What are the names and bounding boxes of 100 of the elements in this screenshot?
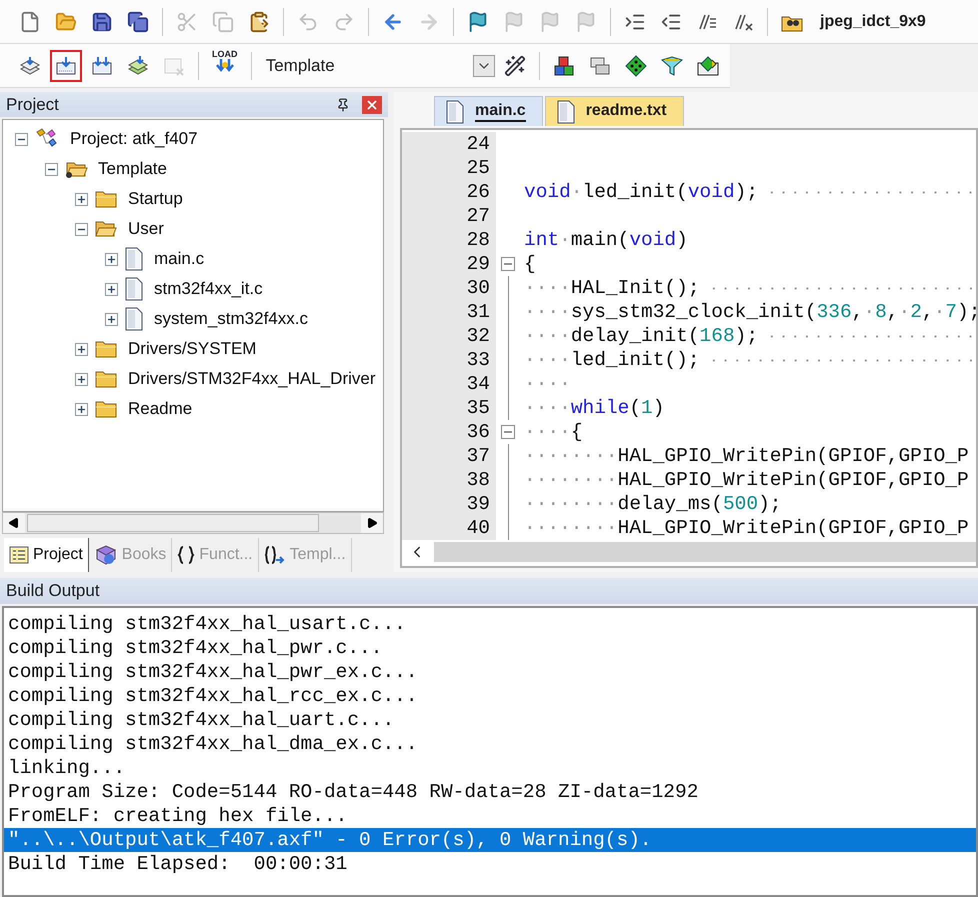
line-number: 40 xyxy=(402,516,496,540)
output-line: Build Time Elapsed: 00:00:31 xyxy=(7,852,348,876)
stack-icon xyxy=(126,54,149,76)
file-icon xyxy=(124,277,144,301)
code-line: ········HAL_GPIO_WritePin(GPIOF,GPIO_P xyxy=(524,469,969,491)
line-number: 25 xyxy=(402,156,496,180)
expand-toggle[interactable] xyxy=(75,372,88,386)
tree-item[interactable]: User xyxy=(128,219,164,239)
scroll-right-button[interactable] xyxy=(361,513,383,533)
flag-icon xyxy=(539,10,561,32)
flag-icon xyxy=(467,10,489,32)
line-number: 28 xyxy=(402,228,496,252)
dropdown-button[interactable] xyxy=(473,54,496,76)
triangle-left-icon xyxy=(8,517,20,529)
braces-arrow-icon xyxy=(264,545,286,565)
output-line: compiling stm32f4xx_hal_pwr.c... xyxy=(7,636,384,660)
windows-icon xyxy=(589,54,612,76)
find-text: jpeg_idct_9x9 xyxy=(820,12,926,30)
book-icon xyxy=(94,544,118,566)
stack-icon xyxy=(18,54,41,76)
output-line: compiling stm32f4xx_hal_pwr_ex.c... xyxy=(7,660,419,684)
tree-item[interactable]: system_stm32f4xx.c xyxy=(154,309,308,329)
panel-title: Build Output xyxy=(6,581,100,601)
code-line: ····while(1) xyxy=(524,397,664,419)
collapse-toggle[interactable] xyxy=(45,162,58,176)
file-icon xyxy=(124,247,144,271)
code-line: { xyxy=(524,253,536,275)
redo-icon xyxy=(333,10,355,32)
load-button[interactable]: LOAD xyxy=(206,48,243,82)
tree-item[interactable]: stm32f4xx_it.c xyxy=(154,279,263,299)
panel-tab[interactable]: Project xyxy=(4,538,89,572)
new-file-icon xyxy=(19,10,41,32)
download-tray-icon xyxy=(54,54,77,76)
code-line: ····sys_stm32_clock_init(336,·8,·2,·7); xyxy=(524,301,976,323)
code-line: ····led_init(); xyxy=(524,349,700,371)
expand-toggle[interactable] xyxy=(105,252,118,266)
close-icon xyxy=(365,98,379,112)
tree-item[interactable]: Drivers/STM32F4xx_HAL_Driver xyxy=(128,369,376,389)
expand-toggle[interactable] xyxy=(105,282,118,296)
code-line: ····{ xyxy=(524,421,583,443)
close-button[interactable] xyxy=(362,96,382,114)
code-line: ········HAL_GPIO_WritePin(GPIOF,GPIO_P xyxy=(524,445,969,467)
blocks-icon xyxy=(553,54,576,76)
undo-icon xyxy=(297,10,319,32)
scroll-left-button[interactable] xyxy=(3,513,25,533)
line-number: 35 xyxy=(402,396,496,420)
pin-icon[interactable] xyxy=(336,98,350,112)
code-line: ········delay_ms(500); xyxy=(524,493,782,515)
target-select[interactable]: Template xyxy=(260,50,470,80)
toolbar-button[interactable] xyxy=(50,50,82,82)
code-line: ····HAL_Init(); xyxy=(524,277,700,299)
line-number: 29 xyxy=(402,252,496,276)
tree-item[interactable]: Drivers/SYSTEM xyxy=(128,339,256,359)
line-number: 30 xyxy=(402,276,496,300)
line-number: 34 xyxy=(402,372,496,396)
code-editor[interactable] xyxy=(400,128,978,568)
code-line: ········HAL_GPIO_WritePin(GPIOF,GPIO_P xyxy=(524,517,969,539)
triangle-right-icon xyxy=(366,517,378,529)
line-number: 24 xyxy=(402,132,496,156)
collapse-toggle[interactable] xyxy=(15,132,28,146)
tree-item[interactable]: Project: atk_f407 xyxy=(70,129,198,149)
horizontal-scrollbar[interactable] xyxy=(2,512,384,534)
line-number: 27 xyxy=(402,204,496,228)
line-number: 38 xyxy=(402,468,496,492)
output-line: compiling stm32f4xx_hal_rcc_ex.c... xyxy=(7,684,419,708)
output-line: compiling stm32f4xx_hal_usart.c... xyxy=(7,612,407,636)
tree-item[interactable]: main.c xyxy=(154,249,204,269)
output-line: compiling stm32f4xx_hal_uart.c... xyxy=(7,708,396,732)
expand-toggle[interactable] xyxy=(75,342,88,356)
line-number: 36 xyxy=(402,420,496,444)
tree-item[interactable]: Startup xyxy=(128,189,183,209)
line-number: 26 xyxy=(402,180,496,204)
tree-item[interactable]: Readme xyxy=(128,399,192,419)
folder-icon xyxy=(55,10,77,32)
line-number: 37 xyxy=(402,444,496,468)
copy-icon xyxy=(212,10,234,32)
output-line: compiling stm32f4xx_hal_dma_ex.c... xyxy=(7,732,419,756)
collapse-toggle[interactable] xyxy=(75,222,88,236)
flag-icon xyxy=(503,10,525,32)
fold-toggle[interactable] xyxy=(501,257,515,271)
code-line: void·led_init(void); xyxy=(524,181,758,203)
tree-item[interactable]: Template xyxy=(98,159,167,179)
expand-toggle[interactable] xyxy=(75,192,88,206)
expand-toggle[interactable] xyxy=(75,402,88,416)
scissors-icon xyxy=(176,10,198,32)
editor-tab[interactable]: readme.txt xyxy=(544,96,684,126)
file-icon xyxy=(124,307,144,331)
expand-toggle[interactable] xyxy=(105,312,118,326)
diamond-icon xyxy=(625,54,648,76)
line-number: 39 xyxy=(402,492,496,516)
line-number: 33 xyxy=(402,348,496,372)
editor-tab[interactable]: main.c xyxy=(434,96,543,126)
line-number: 31 xyxy=(402,300,496,324)
output-line: FromELF: creating hex file... xyxy=(7,804,348,828)
code-line: int·main(void) xyxy=(524,229,688,251)
download-tray-icon xyxy=(90,54,113,76)
fold-toggle[interactable] xyxy=(501,425,515,439)
output-line: linking... xyxy=(7,756,126,780)
output-line: Program Size: Code=5144 RO-data=448 RW-data=28 ZI-data=1292 xyxy=(7,780,700,804)
file-icon xyxy=(445,100,465,124)
